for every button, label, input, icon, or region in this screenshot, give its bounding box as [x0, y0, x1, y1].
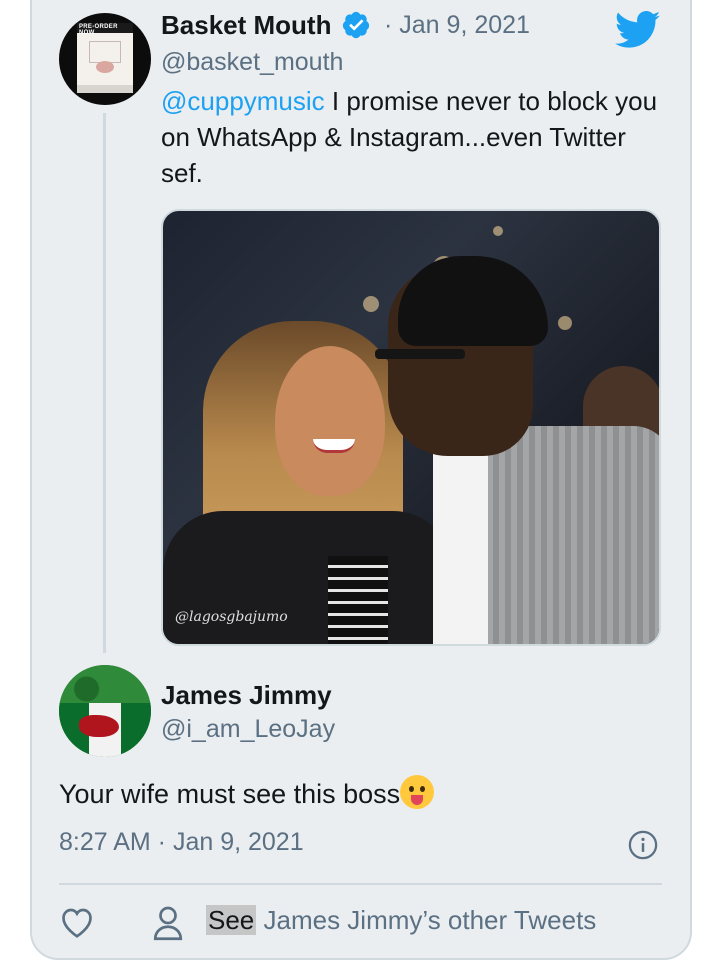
reply-timestamp[interactable]: 8:27 AM · Jan 9, 2021 — [59, 828, 304, 857]
info-icon[interactable] — [628, 830, 658, 860]
reply-tweet-body: Your wife must see this boss — [59, 779, 401, 809]
basket-mouth-avatar[interactable]: PRE-ORDER NOW — [59, 13, 151, 105]
other-tweets-label: James Jimmy’s other Tweets — [256, 905, 597, 935]
quoted-tweet-date[interactable]: · Jan 9, 2021 — [384, 11, 530, 40]
twitter-bird-icon[interactable] — [615, 10, 661, 50]
quoted-author-name[interactable]: Basket Mouth — [161, 10, 331, 41]
see-other-tweets-link[interactable]: See James Jimmy’s other Tweets — [206, 905, 596, 936]
album-cover-image: PRE-ORDER NOW — [77, 23, 133, 93]
actions-divider — [59, 883, 662, 885]
tongue-out-emoji-icon — [400, 775, 435, 809]
reply-tweet-text: Your wife must see this boss — [59, 775, 435, 810]
thread-connector-line — [103, 113, 106, 653]
see-highlight: See — [206, 905, 257, 935]
person-icon[interactable] — [153, 905, 183, 941]
quoted-author-handle[interactable]: @basket_mouth — [161, 48, 343, 77]
mention-link[interactable]: @cuppymusic — [161, 86, 325, 116]
tweet-photo[interactable]: @lagosgbajumo — [161, 209, 661, 646]
cover-preorder-text: PRE-ORDER NOW — [79, 24, 118, 36]
verified-badge-icon — [342, 11, 370, 39]
photo-watermark: @lagosgbajumo — [175, 609, 288, 625]
reply-author-name[interactable]: James Jimmy — [161, 680, 332, 711]
james-jimmy-avatar[interactable] — [59, 665, 151, 757]
heart-icon[interactable] — [59, 905, 95, 939]
quoted-tweet-text: @cuppymusic I promise never to block you… — [161, 83, 661, 191]
reply-author-handle[interactable]: @i_am_LeoJay — [161, 715, 335, 744]
